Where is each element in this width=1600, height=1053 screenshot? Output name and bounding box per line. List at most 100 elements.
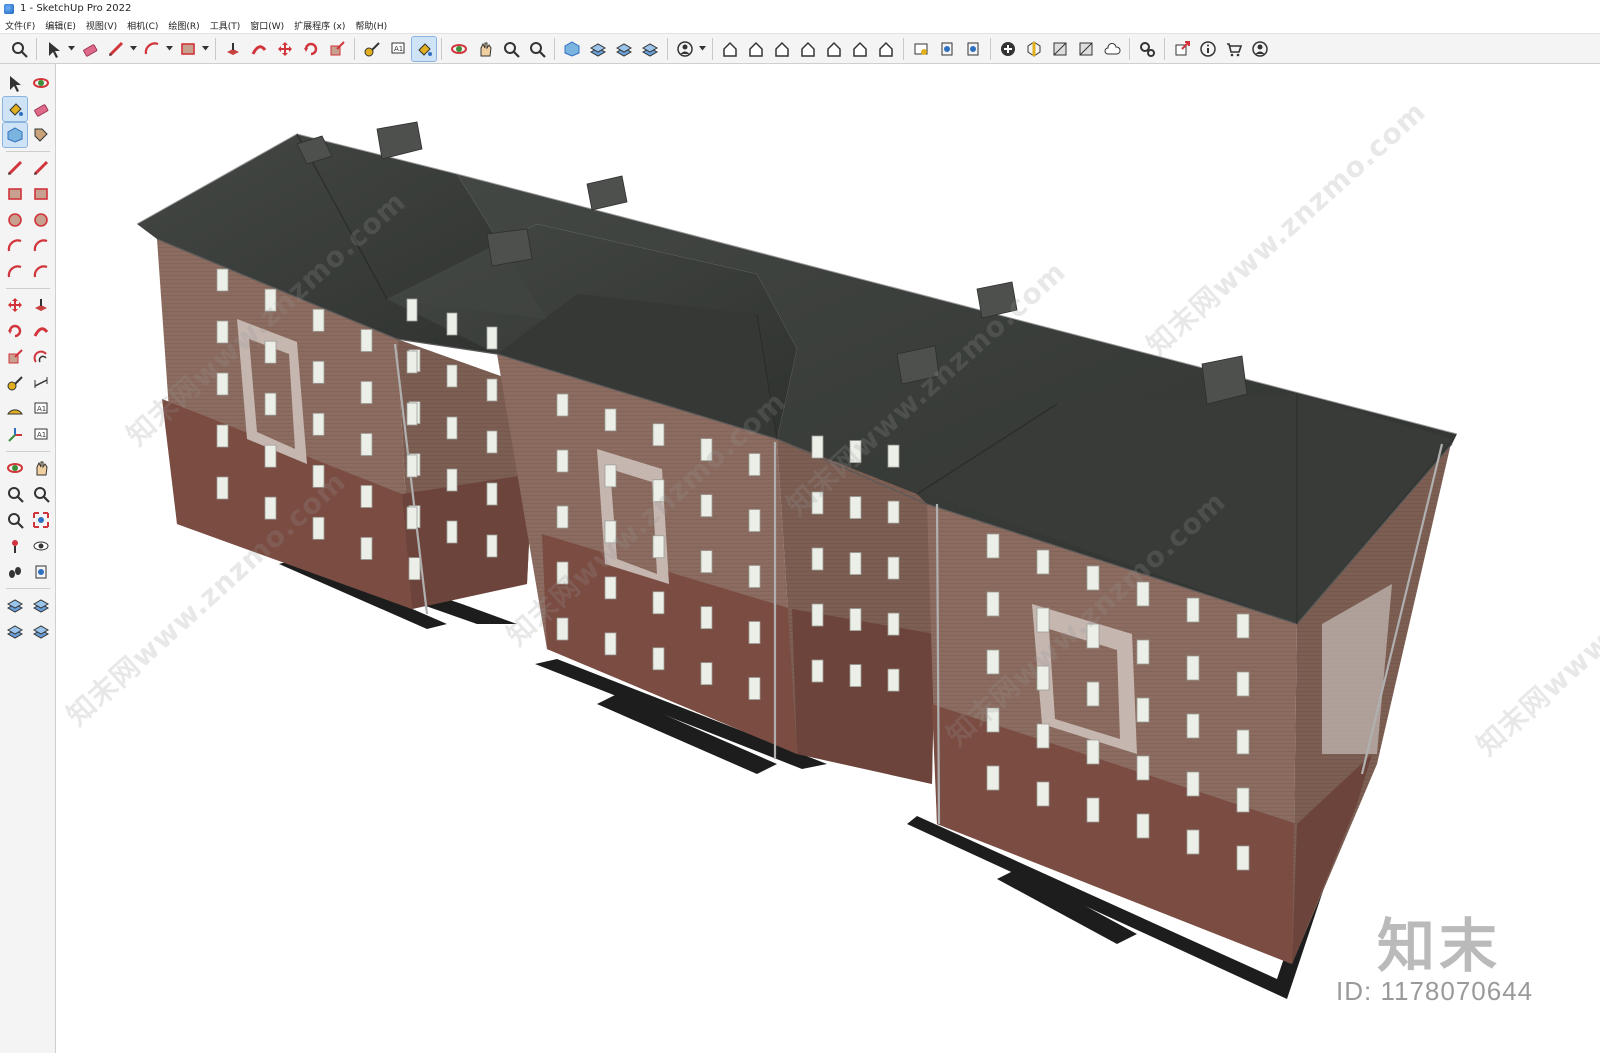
menu-tools[interactable]: 工具(T)	[205, 19, 246, 32]
pan-button[interactable]	[473, 37, 497, 61]
scale-button[interactable]	[325, 37, 349, 61]
warehouse-button[interactable]	[560, 37, 584, 61]
add-location-button[interactable]	[996, 37, 1020, 61]
eraser-button[interactable]	[78, 37, 102, 61]
dropdown-arrow-icon[interactable]	[698, 37, 706, 61]
menu-edit[interactable]: 编辑(E)	[40, 19, 81, 32]
push-pull-button[interactable]	[221, 37, 245, 61]
layers-button[interactable]	[612, 37, 636, 61]
zoom-extents-tool[interactable]	[3, 508, 27, 532]
paint-bucket-tool[interactable]	[1, 96, 28, 122]
fog-button[interactable]	[1048, 37, 1072, 61]
pie-tool[interactable]	[29, 260, 53, 284]
style-xray-button[interactable]	[909, 37, 933, 61]
rotate-tool[interactable]	[3, 319, 27, 343]
orbit-tool[interactable]	[3, 456, 27, 480]
model-viewport[interactable]: 知末网www.znzmo.com 知末网www.znzmo.com 知末网www…	[57, 64, 1600, 1053]
pencil-tool[interactable]	[3, 156, 27, 180]
sandbox-scratch-tool[interactable]	[29, 593, 53, 617]
push-pull-tool[interactable]	[29, 293, 53, 317]
account-button[interactable]	[673, 37, 697, 61]
extension-manager-button[interactable]	[1135, 37, 1159, 61]
left-view-button[interactable]	[848, 37, 872, 61]
sandbox-stamp-tool[interactable]	[29, 619, 53, 643]
rotated-rectangle-tool[interactable]	[29, 182, 53, 206]
text-tool[interactable]: A1	[29, 397, 53, 421]
shadows-button[interactable]	[1022, 37, 1046, 61]
dropdown-arrow-icon[interactable]	[129, 37, 137, 61]
pan-tool[interactable]	[29, 456, 53, 480]
tape-measure-button[interactable]	[360, 37, 384, 61]
menu-file[interactable]: 文件(F)	[0, 19, 40, 32]
section-plane-tool[interactable]	[29, 560, 53, 584]
arc-2pt-tool[interactable]	[29, 234, 53, 258]
move-tool[interactable]	[3, 293, 27, 317]
rectangle-button[interactable]	[176, 37, 200, 61]
offset-tool[interactable]	[29, 345, 53, 369]
menu-camera[interactable]: 相机(C)	[122, 19, 163, 32]
orbit-lasso-tool[interactable]	[29, 71, 53, 95]
sandbox-button[interactable]	[586, 37, 610, 61]
previous-view-tool[interactable]	[29, 508, 53, 532]
right-view-button[interactable]	[796, 37, 820, 61]
dimension-tool[interactable]	[29, 371, 53, 395]
move-button[interactable]	[273, 37, 297, 61]
component-tool[interactable]	[1, 122, 28, 148]
dropdown-arrow-icon[interactable]	[201, 37, 209, 61]
eraser-tool[interactable]	[29, 97, 53, 121]
menu-view[interactable]: 视图(V)	[81, 19, 122, 32]
orbit-button[interactable]	[447, 37, 471, 61]
menu-extensions[interactable]: 扩展程序 (x)	[289, 19, 350, 32]
paint-bucket-button[interactable]	[411, 35, 437, 62]
arc-button[interactable]	[140, 37, 164, 61]
circle-tool[interactable]	[3, 208, 27, 232]
look-around-tool[interactable]	[29, 534, 53, 558]
iso-view-button[interactable]	[718, 37, 742, 61]
match-photo-button[interactable]	[1074, 37, 1098, 61]
menu-draw[interactable]: 绘图(R)	[163, 19, 204, 32]
section-plane-button[interactable]	[935, 37, 959, 61]
solid-tools-button[interactable]	[638, 37, 662, 61]
protractor-tool[interactable]	[3, 397, 27, 421]
menu-help[interactable]: 帮助(H)	[350, 19, 392, 32]
3d-text-tool[interactable]: A1	[29, 423, 53, 447]
zoom-window-button[interactable]	[499, 37, 523, 61]
sandbox-from-contours-tool[interactable]	[3, 593, 27, 617]
tape-measure-tool[interactable]	[3, 371, 27, 395]
select-tool[interactable]	[3, 71, 27, 95]
rectangle-tool[interactable]	[3, 182, 27, 206]
polygon-tool[interactable]	[29, 208, 53, 232]
dropdown-arrow-icon[interactable]	[67, 37, 75, 61]
freehand-tool[interactable]	[29, 156, 53, 180]
bottom-view-button[interactable]	[874, 37, 898, 61]
position-camera-tool[interactable]	[3, 534, 27, 558]
arc-tool[interactable]	[3, 234, 27, 258]
pencil-button[interactable]	[104, 37, 128, 61]
profile-button[interactable]	[1248, 37, 1272, 61]
share-model-button[interactable]	[1170, 37, 1194, 61]
zoom-button[interactable]	[7, 37, 31, 61]
info-button[interactable]	[1196, 37, 1220, 61]
walk-tool[interactable]	[3, 560, 27, 584]
follow-me-button[interactable]	[247, 37, 271, 61]
zoom-window-tool[interactable]	[29, 482, 53, 506]
zoom-extents-button[interactable]	[525, 37, 549, 61]
follow-me-tool[interactable]	[29, 319, 53, 343]
select-button[interactable]	[42, 37, 66, 61]
section-display-button[interactable]	[961, 37, 985, 61]
text-button[interactable]: A1	[386, 37, 410, 61]
rotate-button[interactable]	[299, 37, 323, 61]
menu-window[interactable]: 窗口(W)	[245, 19, 289, 32]
top-view-button[interactable]	[744, 37, 768, 61]
front-view-button[interactable]	[770, 37, 794, 61]
store-button[interactable]	[1222, 37, 1246, 61]
sandbox-smoove-tool[interactable]	[3, 619, 27, 643]
zoom-tool[interactable]	[3, 482, 27, 506]
back-view-button[interactable]	[822, 37, 846, 61]
dropdown-arrow-icon[interactable]	[165, 37, 173, 61]
arc-3pt-tool[interactable]	[3, 260, 27, 284]
tag-tool-tool[interactable]	[29, 123, 53, 147]
scale-tool[interactable]	[3, 345, 27, 369]
cloud-button[interactable]	[1100, 37, 1124, 61]
axes-tool[interactable]	[3, 423, 27, 447]
